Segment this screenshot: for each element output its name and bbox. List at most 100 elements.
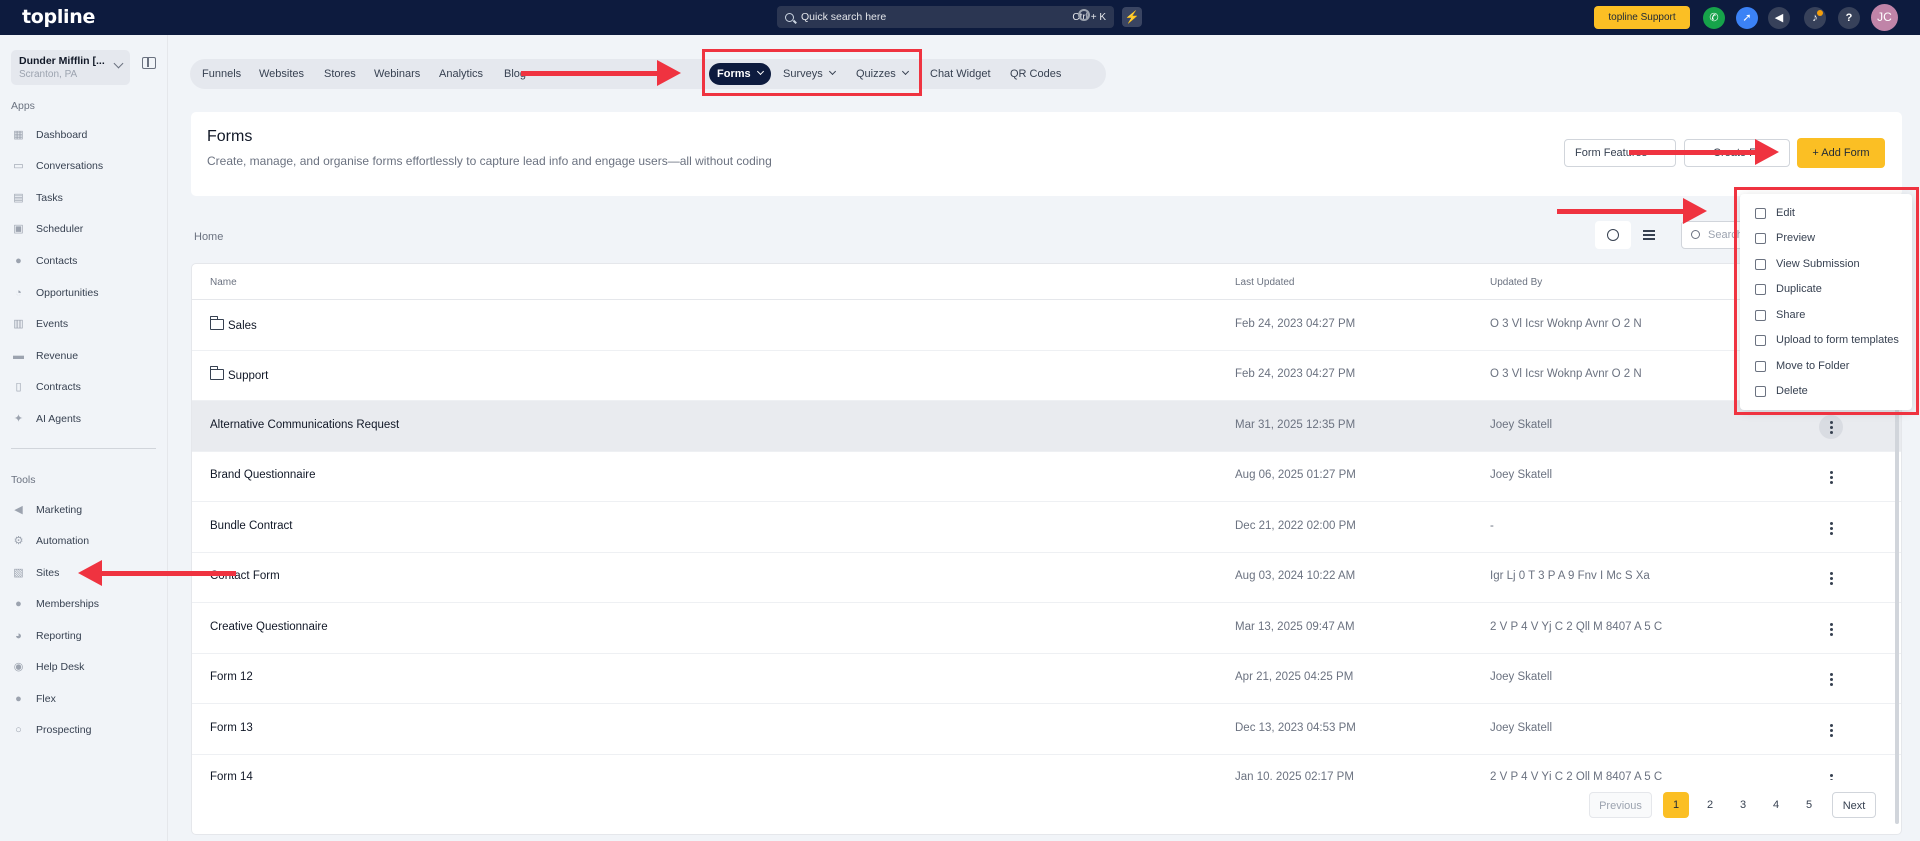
tab-websites[interactable]: Websites (259, 59, 304, 89)
app-logo[interactable]: topline (22, 6, 95, 28)
table-row[interactable]: Sales Feb 24, 2023 04:27 PM O 3 Vl Icsr … (192, 300, 1901, 351)
megaphone-icon[interactable]: ◀ (1768, 7, 1790, 29)
table-row[interactable]: Creative Questionnaire Mar 13, 2025 09:4… (192, 603, 1901, 654)
apps-heading: Apps (11, 100, 35, 112)
annotation-box-menu (1734, 187, 1919, 415)
help-icon[interactable]: ? (1838, 7, 1860, 29)
search-icon: ○ (15, 724, 22, 736)
sidebar-item-tasks[interactable]: ▤ Tasks (11, 188, 151, 208)
chart-icon: ◕ (15, 630, 22, 642)
table-row[interactable]: Form 12 Apr 21, 2025 04:25 PM Joey Skate… (192, 653, 1901, 704)
avatar[interactable]: JC (1871, 4, 1898, 31)
forms-table: Name Last Updated Updated By Sales Feb 2… (191, 263, 1902, 835)
sites-icon: ▧ (13, 567, 24, 579)
page-title: Forms (207, 128, 253, 145)
phone-icon[interactable]: ✆ (1703, 7, 1725, 29)
megaphone-icon: ◀ (14, 504, 23, 516)
sidebar-item-help-desk[interactable]: ◉ Help Desk (11, 657, 151, 677)
account-switcher[interactable]: Dunder Mifflin [... Scranton, PA (11, 50, 130, 85)
sidebar-item-prospecting[interactable]: ○ Prospecting (11, 720, 151, 740)
rocket-icon[interactable]: ➚ (1736, 7, 1758, 29)
events-icon: ▥ (13, 318, 24, 330)
gear-icon[interactable] (1078, 9, 1090, 21)
clock-icon (1607, 229, 1619, 241)
annotation-box-tabs (702, 49, 922, 96)
quick-search[interactable]: Quick search here Ctrl + K (777, 6, 1114, 28)
support-button[interactable]: topline Support (1594, 6, 1690, 29)
sidebar-item-opportunities[interactable]: ◔ Opportunities (11, 283, 151, 303)
document-icon: ▯ (15, 381, 22, 393)
annotation-arrow-sites (78, 560, 236, 586)
folder-icon (209, 366, 224, 380)
row-menu-icon[interactable] (1819, 667, 1843, 691)
page-4-button[interactable]: 4 (1763, 792, 1789, 818)
view-toggle (1595, 221, 1677, 249)
sidebar-item-events[interactable]: ▥ Events (11, 314, 151, 334)
breadcrumb[interactable]: Home (194, 231, 223, 243)
table-row[interactable]: Brand Questionnaire Aug 06, 2025 01:27 P… (192, 451, 1901, 502)
annotation-arrow-add-form (1629, 139, 1779, 165)
chat-icon: ▭ (13, 160, 24, 172)
next-page-button[interactable]: Next (1832, 792, 1876, 818)
bell-icon[interactable]: ♪ (1804, 7, 1826, 29)
tab-funnels[interactable]: Funnels (202, 59, 241, 89)
sidebar-item-ai-agents[interactable]: ✦ AI Agents (11, 409, 151, 429)
sidebar-divider (11, 448, 156, 449)
sidebar-item-scheduler[interactable]: ▣ Scheduler (11, 219, 151, 239)
sidebar-item-revenue[interactable]: ▬ Revenue (11, 346, 151, 366)
sidebar-item-contacts[interactable]: ● Contacts (11, 251, 151, 271)
sidebar-item-contracts[interactable]: ▯ Contracts (11, 377, 151, 397)
row-menu-icon[interactable] (1819, 566, 1843, 590)
table-scrollbar[interactable] (1895, 354, 1899, 824)
tasks-icon: ▤ (13, 192, 24, 204)
row-menu-icon[interactable] (1819, 718, 1843, 742)
list-view-icon[interactable] (1643, 230, 1655, 240)
table-row[interactable]: Bundle Contract Dec 21, 2022 02:00 PM - (192, 502, 1901, 553)
table-row[interactable]: Contact Form Aug 03, 2024 10:22 AM Igr L… (192, 552, 1901, 603)
page-3-button[interactable]: 3 (1730, 792, 1756, 818)
col-last-updated: Last Updated (1235, 277, 1295, 288)
notification-dot (1817, 10, 1823, 16)
search-icon (785, 12, 794, 22)
page-5-button[interactable]: 5 (1796, 792, 1822, 818)
page-1-button[interactable]: 1 (1663, 792, 1689, 818)
previous-page-button[interactable]: Previous (1589, 792, 1652, 818)
col-name: Name (210, 277, 237, 288)
table-row[interactable]: Form 14 Jan 10, 2025 02:17 PM 2 V P 4 V … (192, 754, 1901, 780)
sidebar-item-reporting[interactable]: ◕ Reporting (11, 626, 151, 646)
sidebar-item-flex[interactable]: ● Flex (11, 689, 151, 709)
lightning-icon[interactable]: ⚡ (1122, 7, 1142, 27)
recent-view-button[interactable] (1595, 221, 1631, 249)
table-row[interactable]: Support Feb 24, 2023 04:27 PM O 3 Vl Ics… (192, 350, 1901, 401)
row-menu-icon[interactable] (1819, 516, 1843, 540)
tab-webinars[interactable]: Webinars (374, 59, 420, 89)
table-header: Name Last Updated Updated By (192, 264, 1901, 300)
row-menu-icon[interactable] (1819, 768, 1843, 780)
sidebar-item-automation[interactable]: ⚙ Automation (11, 531, 151, 551)
row-menu-icon[interactable] (1819, 617, 1843, 641)
row-menu-icon[interactable] (1819, 415, 1843, 439)
col-updated-by: Updated By (1490, 277, 1543, 288)
table-row[interactable]: Form 13 Dec 13, 2023 04:53 PM Joey Skate… (192, 704, 1901, 755)
automation-icon: ⚙ (13, 535, 24, 547)
tab-chat-widget[interactable]: Chat Widget (930, 59, 991, 89)
tab-analytics[interactable]: Analytics (439, 59, 483, 89)
table-row[interactable]: Alternative Communications Request Mar 3… (192, 401, 1901, 452)
help-icon: ◉ (13, 661, 24, 673)
pie-icon: ◔ (15, 287, 22, 299)
sidebar-item-dashboard[interactable]: ▦ Dashboard (11, 125, 151, 145)
sidebar-item-conversations[interactable]: ▭ Conversations (11, 156, 151, 176)
tab-qr-codes[interactable]: QR Codes (1010, 59, 1061, 89)
tab-stores[interactable]: Stores (324, 59, 356, 89)
row-menu-icon[interactable] (1819, 465, 1843, 489)
sidebar-item-memberships[interactable]: ● Memberships (11, 594, 151, 614)
tools-heading: Tools (11, 474, 36, 486)
card-icon: ▬ (13, 350, 24, 362)
page-subtitle: Create, manage, and organise forms effor… (207, 154, 772, 168)
page-2-button[interactable]: 2 (1697, 792, 1723, 818)
flex-icon: ● (15, 693, 22, 705)
sidebar-toggle-icon[interactable] (142, 57, 156, 69)
account-name: Dunder Mifflin [... (19, 55, 105, 67)
add-form-button[interactable]: + Add Form (1797, 138, 1885, 168)
sidebar-item-marketing[interactable]: ◀ Marketing (11, 500, 151, 520)
